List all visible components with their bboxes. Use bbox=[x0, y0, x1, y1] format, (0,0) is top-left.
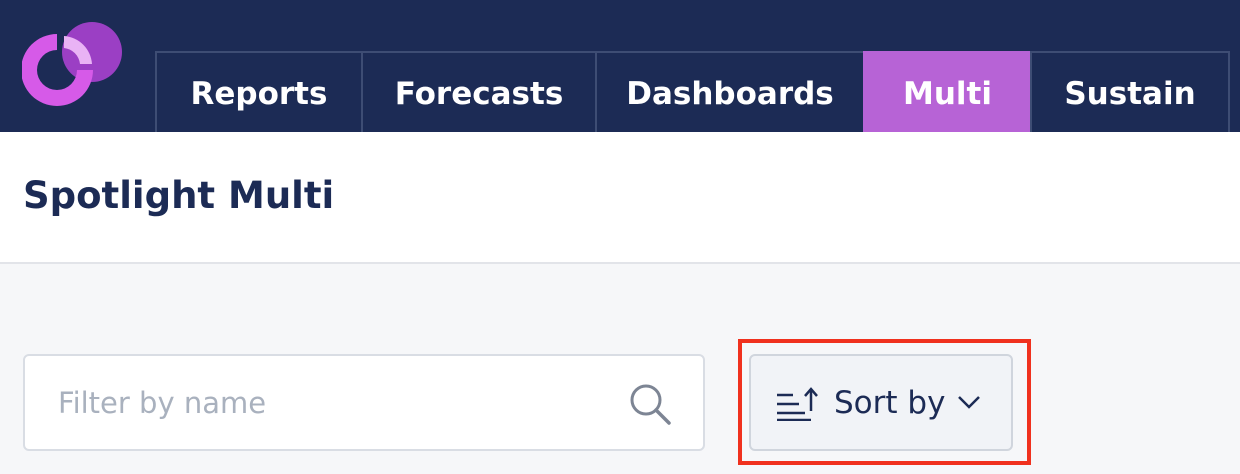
top-navigation-bar: Reports Forecasts Dashboards Multi Susta… bbox=[0, 0, 1240, 132]
page-header: Spotlight Multi bbox=[0, 132, 1240, 264]
tab-multi[interactable]: Multi bbox=[863, 51, 1030, 132]
sort-by-button[interactable]: Sort by bbox=[749, 354, 1013, 451]
page-title: Spotlight Multi bbox=[23, 174, 335, 217]
sort-by-label: Sort by bbox=[834, 385, 946, 421]
tab-sustain[interactable]: Sustain bbox=[1030, 51, 1230, 132]
chevron-down-icon bbox=[958, 396, 980, 409]
sort-ascending-icon bbox=[777, 387, 818, 421]
filter-field bbox=[23, 354, 705, 451]
search-icon[interactable] bbox=[629, 383, 671, 425]
tab-dashboards[interactable]: Dashboards bbox=[595, 51, 863, 132]
main-tabs: Reports Forecasts Dashboards Multi Susta… bbox=[155, 51, 1230, 132]
tab-forecasts[interactable]: Forecasts bbox=[361, 51, 595, 132]
filter-by-name-input[interactable] bbox=[58, 382, 618, 424]
brand-logo-icon[interactable] bbox=[22, 22, 122, 110]
tab-reports[interactable]: Reports bbox=[155, 51, 361, 132]
